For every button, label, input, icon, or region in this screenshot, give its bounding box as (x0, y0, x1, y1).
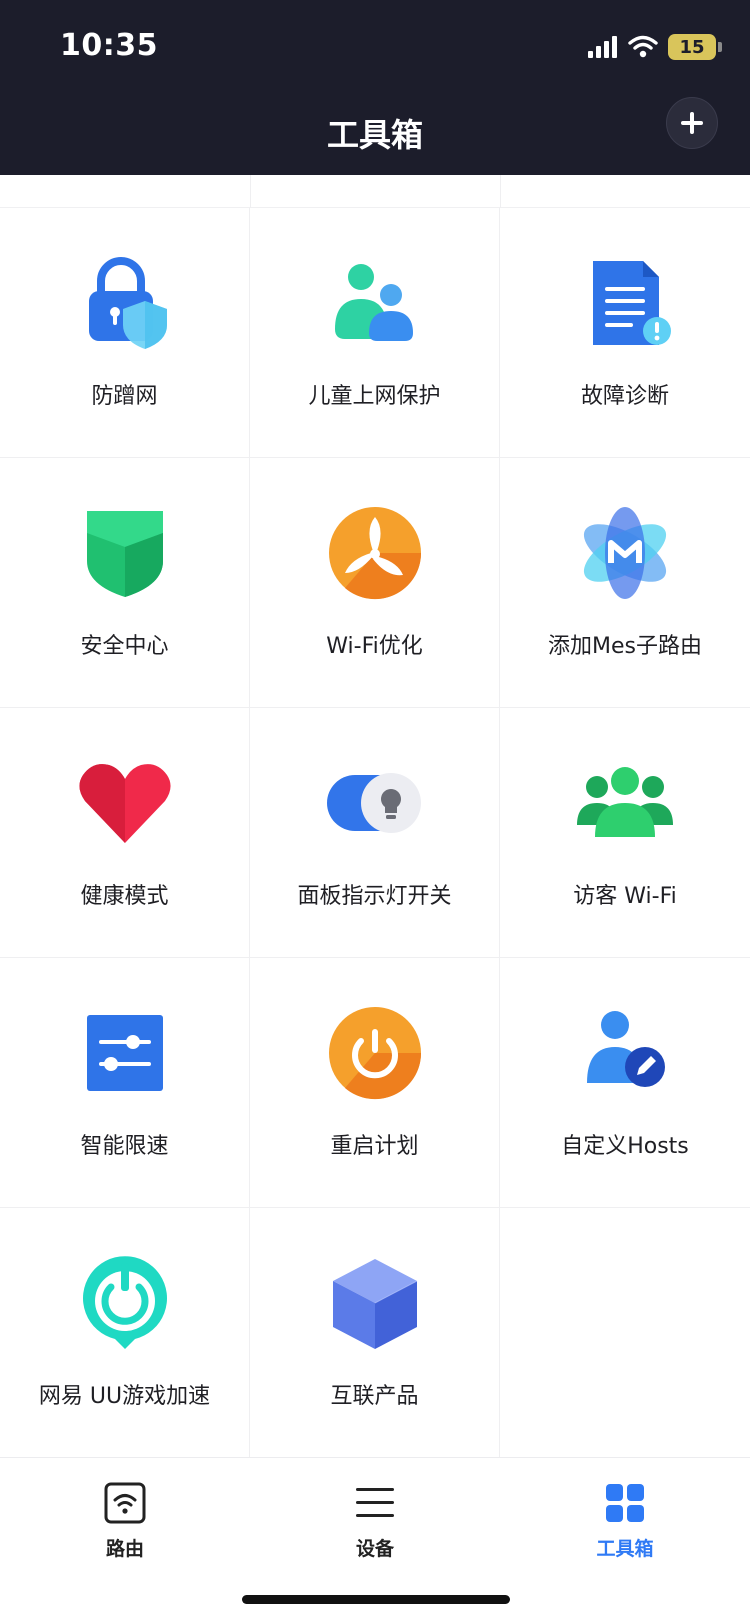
tool-label: 添加Mes子路由 (548, 634, 702, 659)
empty-tile (500, 1208, 750, 1457)
tool-label: 面板指示灯开关 (297, 884, 452, 909)
grid-top-strip (0, 175, 750, 208)
tab-toolbox[interactable]: 工具箱 (500, 1458, 750, 1568)
lock-shield-icon (89, 257, 167, 349)
tool-label: 儿童上网保护 (308, 384, 441, 409)
uu-accelerator-icon (83, 1256, 167, 1349)
status-icons: 15 (588, 30, 722, 64)
battery-indicator: 15 (668, 34, 722, 60)
tool-guest-wifi[interactable]: 访客 Wi-Fi (500, 708, 750, 958)
tool-uu-game-accelerator[interactable]: 网易 UU游戏加速 (0, 1208, 250, 1457)
tool-grid-area: 防蹭网 儿童上网保护 故障诊断 安全中心 Wi-Fi优化 添加Mes子路由 健康… (0, 175, 750, 1457)
plus-icon (681, 112, 703, 134)
green-shield-icon (87, 511, 163, 597)
heart-icon (79, 764, 171, 843)
tab-label: 工具箱 (596, 1538, 654, 1560)
tool-label: Wi-Fi优化 (326, 634, 423, 659)
tool-label: 互联产品 (330, 1384, 419, 1409)
light-toggle-icon (327, 773, 421, 833)
tool-fault-diagnosis[interactable]: 故障诊断 (500, 208, 750, 458)
page-title: 工具箱 (326, 116, 423, 154)
tool-label: 访客 Wi-Fi (573, 884, 677, 909)
parent-child-icon (335, 264, 413, 341)
cellular-signal-icon (588, 36, 617, 58)
document-alert-icon (593, 261, 671, 345)
tool-health-mode[interactable]: 健康模式 (0, 708, 250, 958)
home-indicator[interactable] (242, 1595, 510, 1604)
tab-devices[interactable]: 设备 (250, 1458, 500, 1568)
tab-label: 路由 (105, 1538, 144, 1560)
tool-label: 故障诊断 (580, 384, 669, 409)
tool-restart-schedule[interactable]: 重启计划 (250, 958, 500, 1208)
mesh-atom-icon (583, 507, 667, 599)
tool-add-mesh-router[interactable]: 添加Mes子路由 (500, 458, 750, 708)
tab-label: 设备 (355, 1538, 394, 1560)
tool-custom-hosts[interactable]: 自定义Hosts (500, 958, 750, 1208)
wifi-icon (628, 35, 658, 58)
user-edit-icon (587, 1011, 665, 1087)
tool-grid: 防蹭网 儿童上网保护 故障诊断 安全中心 Wi-Fi优化 添加Mes子路由 健康… (0, 208, 750, 1457)
tool-label: 安全中心 (80, 634, 169, 659)
tool-label: 健康模式 (80, 884, 169, 909)
tool-connected-products[interactable]: 互联产品 (250, 1208, 500, 1457)
slider-settings-icon (87, 1015, 163, 1091)
guest-group-icon (577, 767, 673, 837)
tool-label: 智能限速 (80, 1134, 169, 1159)
tool-label: 防蹭网 (91, 384, 158, 409)
tool-label: 自定义Hosts (561, 1134, 689, 1159)
tool-wifi-optimize[interactable]: Wi-Fi优化 (250, 458, 500, 708)
add-button[interactable] (666, 97, 718, 149)
fan-icon (329, 507, 422, 600)
power-icon (329, 1007, 422, 1100)
top-bar: 10:35 15 工具箱 (0, 0, 750, 175)
menu-lines-icon (356, 1488, 394, 1517)
router-wifi-icon (104, 1482, 146, 1524)
cube-icon (333, 1259, 418, 1349)
tool-panel-light[interactable]: 面板指示灯开关 (250, 708, 500, 958)
status-time: 10:35 (60, 28, 158, 63)
tool-label: 重启计划 (330, 1134, 419, 1159)
grid-icon (606, 1484, 644, 1522)
tool-anti-leech[interactable]: 防蹭网 (0, 208, 250, 458)
tool-security-center[interactable]: 安全中心 (0, 458, 250, 708)
tab-router[interactable]: 路由 (0, 1458, 250, 1568)
tool-child-protection[interactable]: 儿童上网保护 (250, 208, 500, 458)
tool-smart-speed-limit[interactable]: 智能限速 (0, 958, 250, 1208)
tool-label: 网易 UU游戏加速 (38, 1384, 211, 1409)
